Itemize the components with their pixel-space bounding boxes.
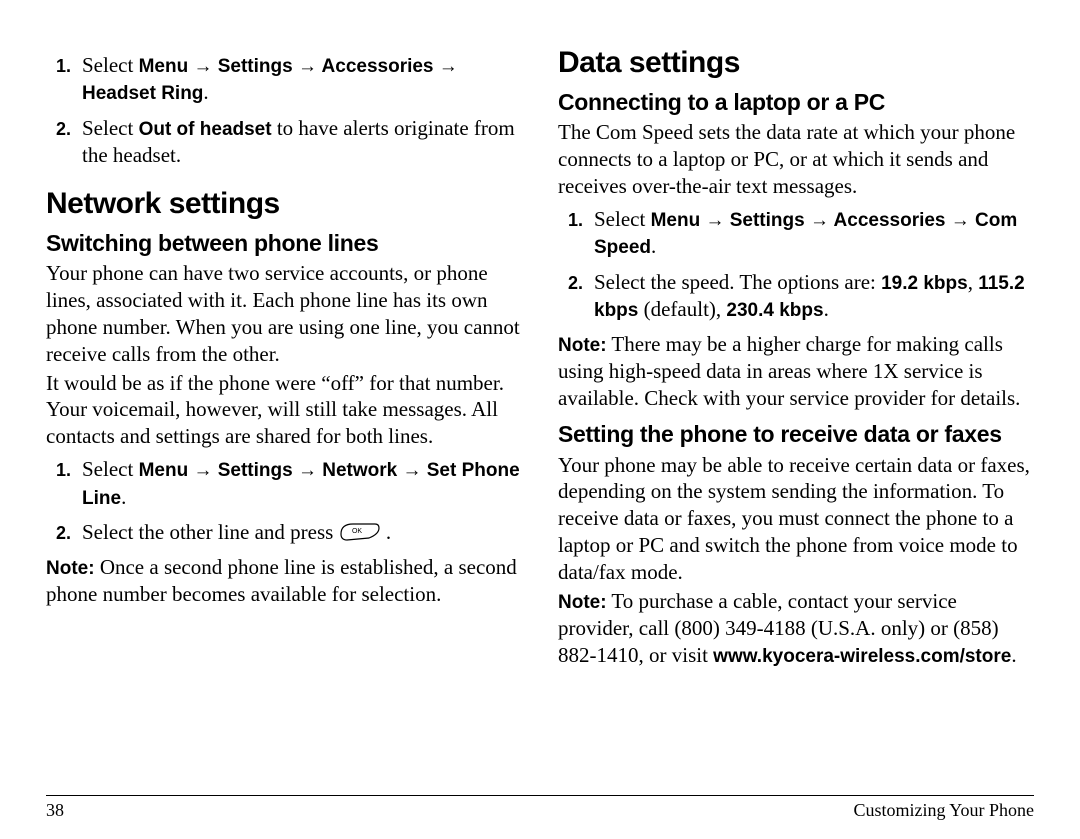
right-column: Data settings Connecting to a laptop or … bbox=[558, 46, 1034, 787]
svg-text:OK: OK bbox=[352, 528, 362, 535]
chapter-title: Customizing Your Phone bbox=[853, 800, 1034, 821]
speed-option: 230.4 kbps bbox=[726, 300, 823, 321]
text: Select bbox=[82, 116, 139, 140]
left-column: Select Menu → Settings → Accessories → H… bbox=[46, 46, 522, 787]
note-label: Note: bbox=[558, 335, 607, 356]
text: Select bbox=[594, 207, 651, 231]
ok-key-icon: OK bbox=[339, 522, 381, 542]
paragraph: Your phone may be able to receive certai… bbox=[558, 452, 1034, 586]
text: Select bbox=[82, 53, 139, 77]
option-name: Out of headset bbox=[139, 119, 272, 140]
menu-path: Menu → Settings → Accessories → Headset … bbox=[82, 56, 458, 104]
note-body: There may be a higher charge for making … bbox=[558, 332, 1020, 410]
section-heading-data: Data settings bbox=[558, 46, 1034, 80]
note-body: Once a second phone line is established,… bbox=[46, 555, 517, 606]
text: (default), bbox=[638, 297, 726, 321]
text: . bbox=[203, 80, 208, 104]
paragraph: The Com Speed sets the data rate at whic… bbox=[558, 119, 1034, 200]
note-label: Note: bbox=[46, 558, 95, 579]
speed-option: 19.2 kbps bbox=[881, 273, 968, 294]
text: Select the speed. The options are: bbox=[594, 270, 881, 294]
text: . bbox=[121, 485, 126, 509]
step-2: Select the speed. The options are: 19.2 … bbox=[558, 269, 1034, 324]
manual-page: Select Menu → Settings → Accessories → H… bbox=[0, 0, 1080, 839]
note-label: Note: bbox=[558, 592, 607, 613]
text: Select the other line and press bbox=[82, 520, 339, 544]
step-2: Select the other line and press OK . bbox=[46, 519, 522, 546]
page-number: 38 bbox=[46, 800, 64, 821]
note: Note: Once a second phone line is establ… bbox=[46, 554, 522, 608]
section-heading-network: Network settings bbox=[46, 187, 522, 221]
note: Note: There may be a higher charge for m… bbox=[558, 331, 1034, 412]
note-body: . bbox=[1011, 643, 1016, 667]
note: Note: To purchase a cable, contact your … bbox=[558, 588, 1034, 670]
text: . bbox=[381, 520, 392, 544]
subheading-connecting: Connecting to a laptop or a PC bbox=[558, 90, 1034, 115]
url: www.kyocera-wireless.com/store bbox=[713, 646, 1011, 667]
page-footer: 38 Customizing Your Phone bbox=[46, 795, 1034, 821]
step-1: Select Menu → Settings → Accessories → H… bbox=[46, 52, 522, 107]
menu-path: Menu → Settings → Network → Set Phone Li… bbox=[82, 460, 520, 508]
menu-path: Menu → Settings → Accessories → Com Spee… bbox=[594, 210, 1017, 258]
text: . bbox=[824, 297, 829, 321]
text: . bbox=[651, 234, 656, 258]
paragraph: It would be as if the phone were “off” f… bbox=[46, 370, 522, 451]
paragraph: Your phone can have two service accounts… bbox=[46, 260, 522, 368]
switching-steps: Select Menu → Settings → Network → Set P… bbox=[46, 456, 522, 546]
subheading-switching: Switching between phone lines bbox=[46, 231, 522, 256]
step-1: Select Menu → Settings → Accessories → C… bbox=[558, 206, 1034, 261]
step-1: Select Menu → Settings → Network → Set P… bbox=[46, 456, 522, 511]
intro-steps: Select Menu → Settings → Accessories → H… bbox=[46, 52, 522, 169]
two-columns: Select Menu → Settings → Accessories → H… bbox=[46, 46, 1034, 787]
connecting-steps: Select Menu → Settings → Accessories → C… bbox=[558, 206, 1034, 323]
text: Select bbox=[82, 457, 139, 481]
step-2: Select Out of headset to have alerts ori… bbox=[46, 115, 522, 169]
subheading-receive-data: Setting the phone to receive data or fax… bbox=[558, 422, 1034, 447]
text: , bbox=[968, 270, 979, 294]
